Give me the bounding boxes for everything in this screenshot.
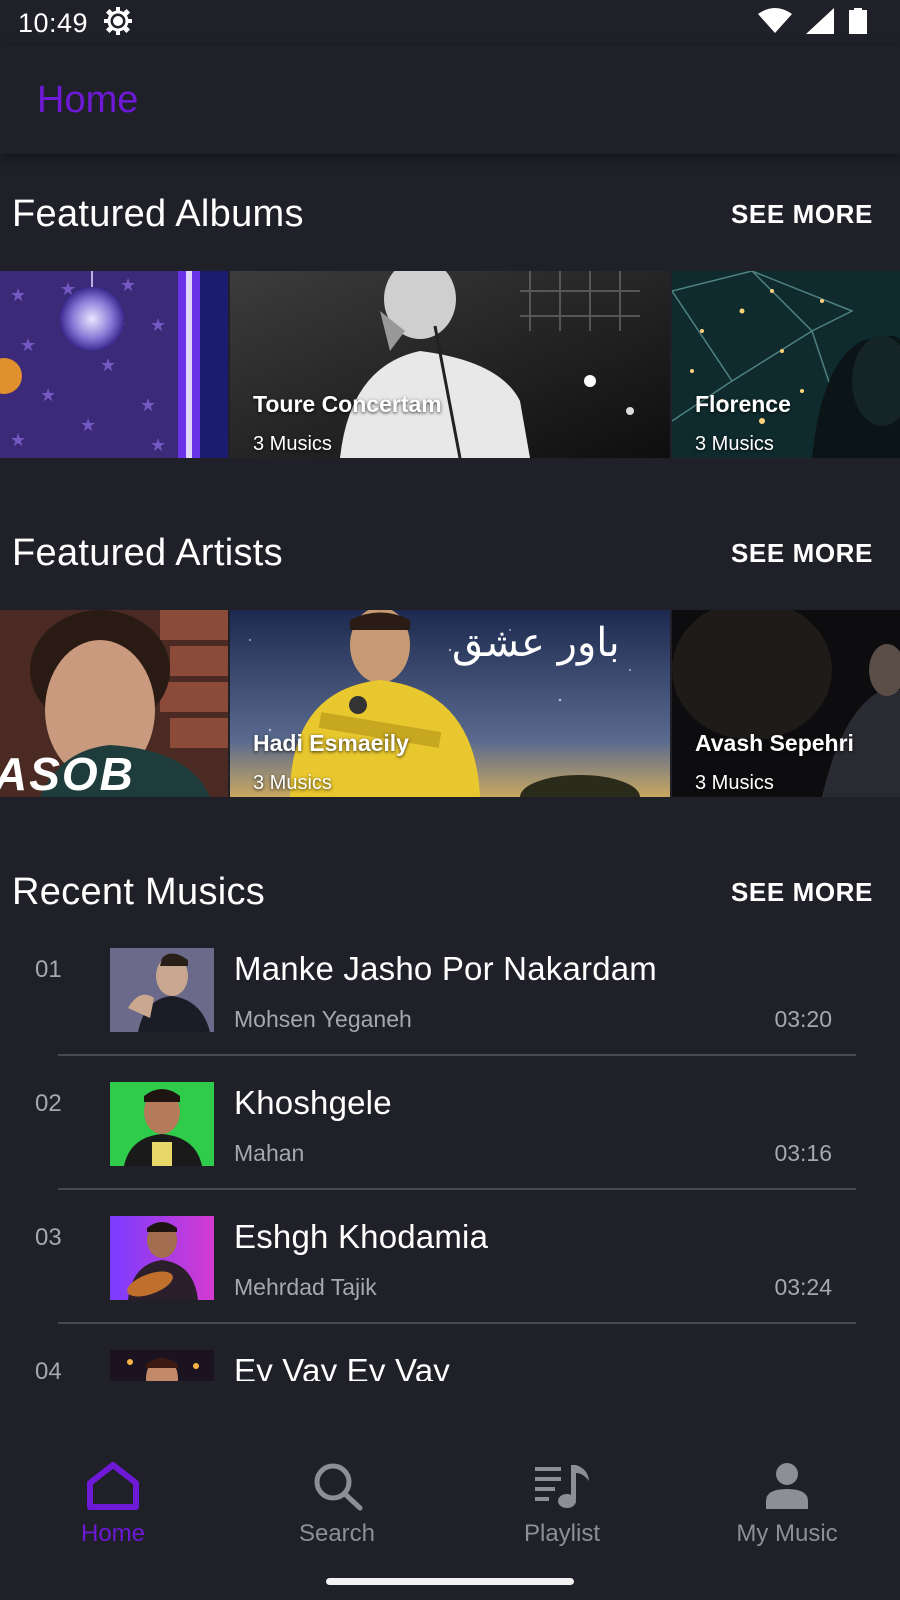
settings-gear-icon <box>102 5 134 42</box>
recent-musics-header: Recent Musics SEE MORE <box>0 862 900 922</box>
track-cover-image <box>110 1350 214 1381</box>
artist-cover-text: باور عشق <box>452 620 620 666</box>
svg-text:★: ★ <box>20 335 36 355</box>
track-artist: Mehrdad Tajik <box>234 1274 377 1300</box>
home-indicator[interactable] <box>326 1578 574 1585</box>
artist-card[interactable]: باور عشق Hadi Esmaeily 3 Musics <box>230 610 670 797</box>
track-title: Ey Vay Ey Vay <box>234 1352 450 1381</box>
status-time: 10:49 <box>18 7 89 38</box>
battery-icon <box>848 7 868 39</box>
nav-playlist[interactable]: Playlist <box>472 1461 652 1561</box>
track-cover-image <box>110 1216 214 1300</box>
divider <box>58 1054 856 1056</box>
status-left: 10:49 <box>18 5 134 42</box>
artist-cover-text: ASOB <box>0 748 135 797</box>
divider <box>58 1188 856 1190</box>
svg-text:★: ★ <box>150 435 166 455</box>
album-card-count: 3 Musics <box>695 433 774 455</box>
album-card[interactable]: Florence 3 Musics <box>672 271 900 458</box>
track-number: 01 <box>35 956 62 983</box>
artist-card-title: Hadi Esmaeily <box>253 730 409 756</box>
track-title: Eshgh Khodamia <box>234 1218 489 1255</box>
svg-text:★: ★ <box>120 275 136 295</box>
artist-card-title: Avash Sepehri <box>695 730 854 756</box>
section-title-recent-musics: Recent Musics <box>12 870 266 913</box>
nav-search-label: Search <box>298 1520 376 1547</box>
track-row[interactable]: 04 Ey Vay Ey Vay <box>0 1350 900 1381</box>
signal-icon <box>806 7 834 39</box>
featured-albums-carousel[interactable]: ★★ ★★ ★★ ★★ ★★ ★★ <box>0 271 900 458</box>
album-card-title: Toure Concertam <box>253 391 442 417</box>
track-cover-image <box>110 948 214 1032</box>
album-card[interactable]: Toure Concertam 3 Musics <box>230 271 670 458</box>
track-row[interactable]: 01 Manke Jasho Por Nakardam Mohsen Yegan… <box>0 948 900 1082</box>
artist-image <box>672 610 900 797</box>
svg-text:★: ★ <box>10 285 26 305</box>
svg-text:★: ★ <box>40 385 56 405</box>
nav-my-music[interactable]: My Music <box>697 1461 877 1561</box>
svg-text:★: ★ <box>10 430 26 450</box>
see-more-albums-button[interactable]: SEE MORE <box>731 199 873 230</box>
see-more-recent-button[interactable]: SEE MORE <box>731 877 873 908</box>
svg-text:★: ★ <box>80 415 96 435</box>
featured-albums-header: Featured Albums SEE MORE <box>0 184 900 244</box>
nav-home-label: Home <box>80 1520 146 1547</box>
nav-home[interactable]: Home <box>23 1461 203 1561</box>
section-title-featured-artists: Featured Artists <box>12 531 283 574</box>
artist-card[interactable]: ASOB <box>0 610 228 797</box>
bottom-navigation: Home Search Playlist My Music <box>0 1381 900 1600</box>
nav-my-music-label: My Music <box>736 1520 838 1547</box>
wifi-icon <box>758 7 792 39</box>
search-icon <box>308 1461 366 1516</box>
artist-card[interactable]: Avash Sepehri 3 Musics <box>672 610 900 797</box>
album-cover-image <box>672 271 900 458</box>
track-duration: 03:16 <box>774 1140 832 1166</box>
nav-search[interactable]: Search <box>247 1461 427 1561</box>
home-icon <box>84 1461 142 1516</box>
album-card-title: Florence <box>695 391 791 417</box>
track-row[interactable]: 03 Eshgh Khodamia Mehrdad Tajik 03:24 <box>0 1216 900 1350</box>
track-duration: 03:24 <box>774 1274 832 1300</box>
person-icon <box>758 1461 816 1516</box>
svg-text:★: ★ <box>100 355 116 375</box>
nav-playlist-label: Playlist <box>523 1520 601 1547</box>
home-content[interactable]: Featured Albums SEE MORE ★ ★ ★ ★ ★ ★ ★ ★ <box>0 154 900 1381</box>
track-title: Khoshgele <box>234 1084 392 1121</box>
section-title-featured-albums: Featured Albums <box>12 192 304 235</box>
track-artist: Mahan <box>234 1140 305 1166</box>
album-cover-image <box>230 271 670 458</box>
artist-card-count: 3 Musics <box>695 772 774 794</box>
track-duration: 03:20 <box>774 1006 832 1032</box>
featured-artists-carousel[interactable]: ASOB باور عشق Hadi Esmaeily 3 Musics Ava… <box>0 610 900 797</box>
divider <box>58 1322 856 1324</box>
album-cover-image: ★★ ★★ ★★ ★★ ★★ ★★ <box>0 271 228 458</box>
svg-text:★: ★ <box>140 395 156 415</box>
svg-text:★: ★ <box>150 315 166 335</box>
album-card[interactable]: ★★ ★★ ★★ ★★ ★★ ★★ <box>0 271 228 458</box>
track-artist: Mohsen Yeganeh <box>234 1006 412 1032</box>
track-number: 03 <box>35 1224 62 1251</box>
app-bar: Home <box>0 46 900 154</box>
featured-artists-header: Featured Artists SEE MORE <box>0 523 900 583</box>
track-row[interactable]: 02 Khoshgele Mahan 03:16 <box>0 1082 900 1216</box>
track-cover-image <box>110 1082 214 1166</box>
album-card-count: 3 Musics <box>253 433 332 455</box>
page-title: Home <box>37 78 139 121</box>
status-bar: 10:49 <box>0 0 900 46</box>
track-number: 04 <box>35 1358 62 1381</box>
track-number: 02 <box>35 1090 62 1117</box>
see-more-artists-button[interactable]: SEE MORE <box>731 538 873 569</box>
track-title: Manke Jasho Por Nakardam <box>234 950 657 987</box>
status-right <box>758 7 882 39</box>
playlist-icon <box>533 1461 591 1516</box>
artist-card-count: 3 Musics <box>253 772 332 794</box>
